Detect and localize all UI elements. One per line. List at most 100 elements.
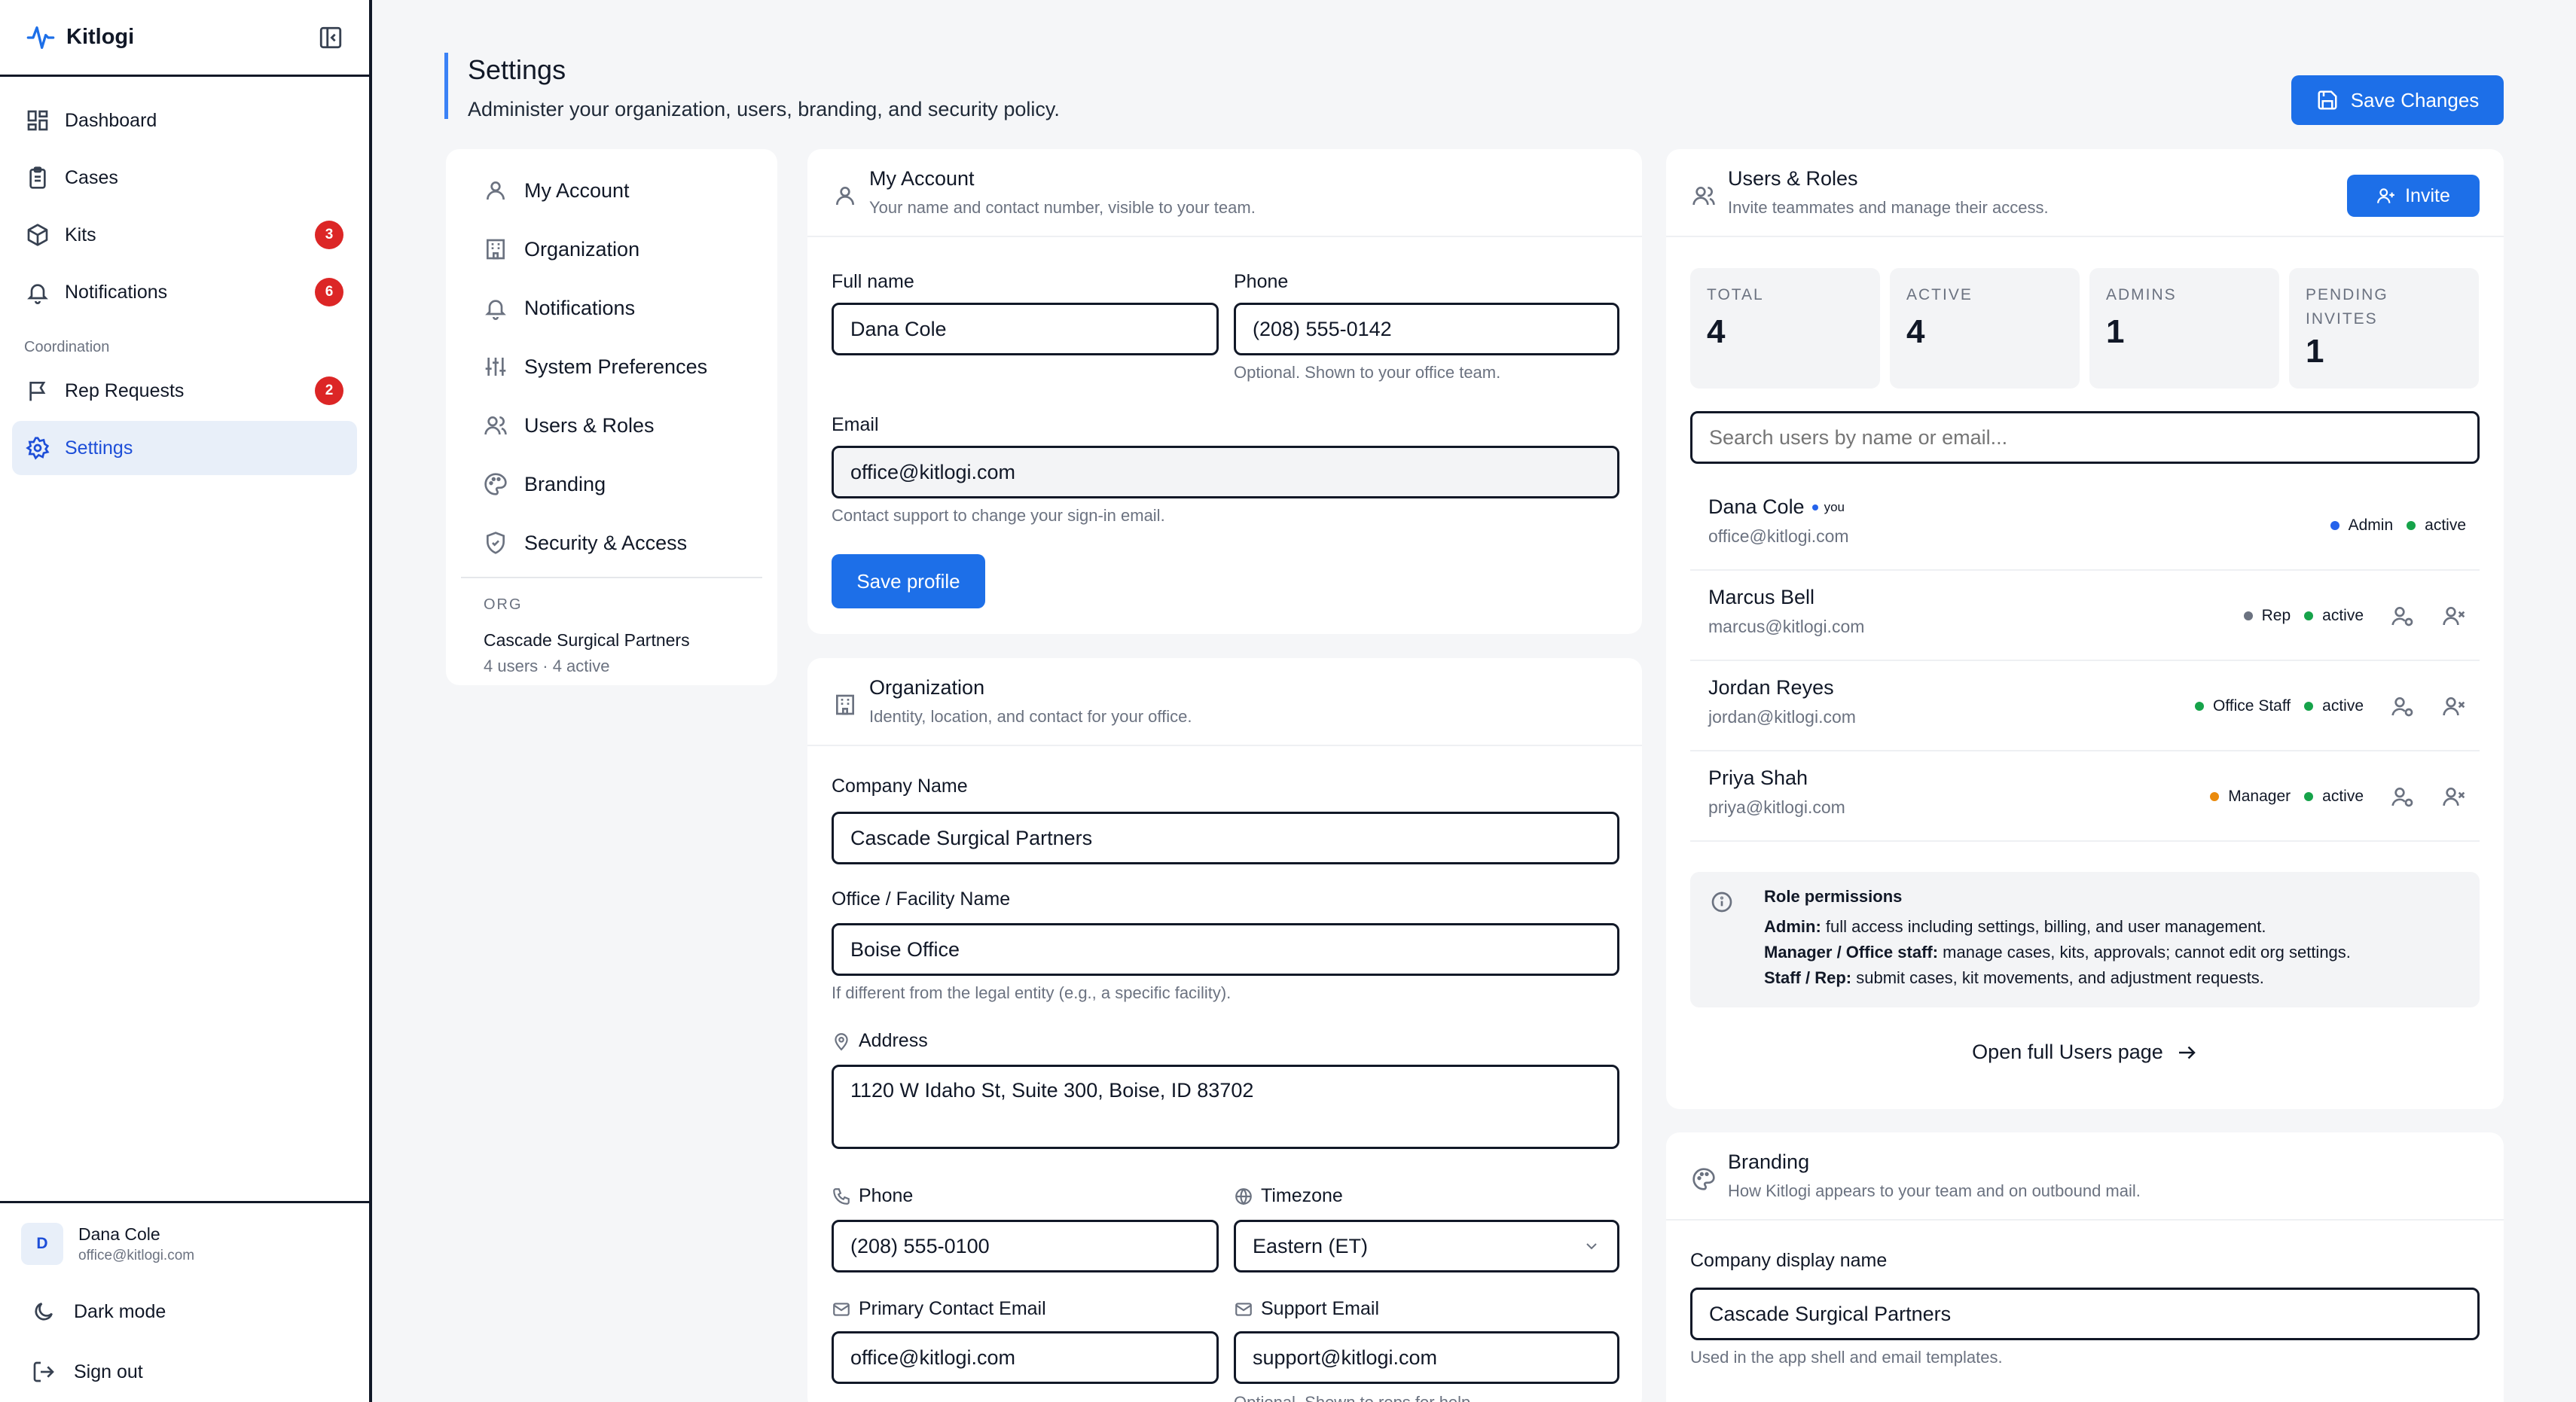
user-row[interactable]: Jordan Reyes jordan@kitlogi.com Office S… xyxy=(1690,663,2480,751)
you-label: you xyxy=(1824,499,1845,514)
sign-out-button[interactable]: Sign out xyxy=(21,1342,348,1402)
organization-card: Organization Identity, location, and con… xyxy=(807,658,1642,1402)
org-phone-field[interactable]: (208) 555-0100 xyxy=(832,1220,1219,1272)
settings-section-nav: My Account Organization Notifications Sy… xyxy=(446,149,777,685)
card-title: Branding xyxy=(1728,1151,1810,1173)
sign-out-icon xyxy=(32,1360,56,1384)
support-email-label-text: Support Email xyxy=(1261,1298,1380,1319)
sliders-icon xyxy=(484,355,508,379)
remove-user-icon[interactable] xyxy=(2442,694,2466,718)
invite-label: Invite xyxy=(2405,184,2450,206)
permission-text: submit cases, kit movements, and adjustm… xyxy=(1851,968,2264,987)
sidebar-item-cases[interactable]: Cases xyxy=(12,151,357,205)
permission-text: full access including settings, billing,… xyxy=(1821,917,2266,936)
display-name-help: Used in the app shell and email template… xyxy=(1690,1348,2003,1367)
info-icon xyxy=(1710,890,1734,914)
bell-icon xyxy=(484,296,508,320)
phone-field[interactable]: (208) 555-0142 xyxy=(1234,303,1619,355)
save-changes-button[interactable]: Save Changes xyxy=(2291,75,2504,125)
role-dot xyxy=(2330,521,2339,530)
role-badge: Admin xyxy=(2330,517,2393,535)
settings-nav-notifications[interactable]: Notifications xyxy=(461,279,762,337)
sidebar-item-rep-requests[interactable]: Rep Requests 2 xyxy=(12,364,357,418)
invite-button[interactable]: Invite xyxy=(2347,175,2480,217)
app-name: Kitlogi xyxy=(66,25,135,49)
brand-bar: Kitlogi xyxy=(0,0,369,77)
bell-icon xyxy=(26,280,50,304)
status-dot xyxy=(2304,792,2314,801)
settings-nav-my-account[interactable]: My Account xyxy=(461,161,762,220)
card-subtitle: Identity, location, and contact for your… xyxy=(869,707,1192,726)
sign-out-label: Sign out xyxy=(74,1361,143,1382)
save-profile-button[interactable]: Save profile xyxy=(832,554,985,608)
stat-value: 1 xyxy=(2106,313,2125,350)
timezone-value: Eastern (ET) xyxy=(1253,1234,1369,1257)
status-badge: active xyxy=(2304,607,2364,625)
permission-role: Admin: xyxy=(1764,917,1821,936)
building-icon xyxy=(833,693,857,717)
collapse-sidebar-icon[interactable] xyxy=(318,25,343,50)
shield-icon xyxy=(484,531,508,555)
arrow-right-icon xyxy=(2175,1041,2198,1064)
sidebar-item-label: Cases xyxy=(65,166,118,188)
edit-role-icon[interactable] xyxy=(2391,604,2415,628)
org-label: ORG xyxy=(484,596,523,613)
settings-nav-organization[interactable]: Organization xyxy=(461,220,762,279)
timezone-select[interactable]: Eastern (ET) xyxy=(1234,1220,1619,1272)
remove-user-icon[interactable] xyxy=(2442,785,2466,809)
edit-role-icon[interactable] xyxy=(2391,785,2415,809)
role-label: Rep xyxy=(2261,607,2291,624)
open-users-page-link[interactable]: Open full Users page xyxy=(1666,1041,2504,1064)
support-email-field[interactable]: support@kitlogi.com xyxy=(1234,1331,1619,1384)
page-header: Settings Administer your organization, u… xyxy=(444,53,1060,120)
branding-card: Branding How Kitlogi appears to your tea… xyxy=(1666,1132,2504,1402)
remove-user-icon[interactable] xyxy=(2442,604,2466,628)
dashboard-icon xyxy=(26,108,50,133)
sidebar-item-kits[interactable]: Kits 3 xyxy=(12,208,357,262)
facility-name-field[interactable]: Boise Office xyxy=(832,923,1619,976)
card-header: My Account Your name and contact number,… xyxy=(807,149,1642,237)
full-name-label: Full name xyxy=(832,271,914,292)
sidebar-item-dashboard[interactable]: Dashboard xyxy=(12,93,357,148)
full-name-field[interactable]: Dana Cole xyxy=(832,303,1219,355)
current-user[interactable]: D Dana Cole office@kitlogi.com xyxy=(21,1223,348,1265)
clipboard-icon xyxy=(26,166,50,190)
user-row[interactable]: Dana Cole you office@kitlogi.com Admin a… xyxy=(1690,482,2480,571)
sidebar-item-label: Kits xyxy=(65,224,96,245)
address-label: Address xyxy=(832,1030,928,1052)
display-name-field[interactable]: Cascade Surgical Partners xyxy=(1690,1288,2480,1340)
palette-icon xyxy=(484,472,508,496)
settings-nav-system-preferences[interactable]: System Preferences xyxy=(461,337,762,396)
settings-nav-branding[interactable]: Branding xyxy=(461,455,762,514)
my-account-card: My Account Your name and contact number,… xyxy=(807,149,1642,634)
user-row[interactable]: Marcus Bell marcus@kitlogi.com Rep activ… xyxy=(1690,572,2480,661)
moon-icon xyxy=(32,1300,56,1324)
primary-email-field[interactable]: office@kitlogi.com xyxy=(832,1331,1219,1384)
edit-role-icon[interactable] xyxy=(2391,694,2415,718)
sidebar-item-settings[interactable]: Settings xyxy=(12,421,357,475)
stat-label: TOTAL xyxy=(1707,286,1764,303)
count-badge: 6 xyxy=(315,278,343,306)
email-field[interactable]: office@kitlogi.com xyxy=(832,446,1619,498)
card-title: Organization xyxy=(869,676,985,699)
chevron-down-icon xyxy=(1583,1237,1601,1255)
settings-nav-users-roles[interactable]: Users & Roles xyxy=(461,396,762,455)
role-dot xyxy=(2210,792,2220,801)
stat-pending-invites: PENDING INVITES 1 xyxy=(2289,268,2479,389)
sidebar-item-notifications[interactable]: Notifications 6 xyxy=(12,265,357,319)
stat-admins: ADMINS 1 xyxy=(2089,268,2279,389)
palette-icon xyxy=(1692,1167,1716,1191)
user-search-input[interactable] xyxy=(1690,411,2480,464)
dark-mode-toggle[interactable]: Dark mode xyxy=(21,1282,348,1342)
address-textarea[interactable]: 1120 W Idaho St, Suite 300, Boise, ID 83… xyxy=(832,1065,1619,1149)
user-row[interactable]: Priya Shah priya@kitlogi.com Manager act… xyxy=(1690,753,2480,842)
settings-nav-security-access[interactable]: Security & Access xyxy=(461,514,762,572)
company-name-field[interactable]: Cascade Surgical Partners xyxy=(832,812,1619,864)
org-phone-label: Phone xyxy=(832,1185,913,1207)
count-badge: 2 xyxy=(315,376,343,405)
flag-icon xyxy=(26,379,50,403)
avatar: D xyxy=(21,1223,63,1265)
card-subtitle: Invite teammates and manage their access… xyxy=(1728,198,2049,217)
you-tag: you xyxy=(1811,499,1845,515)
page-subtitle: Administer your organization, users, bra… xyxy=(468,98,1060,120)
